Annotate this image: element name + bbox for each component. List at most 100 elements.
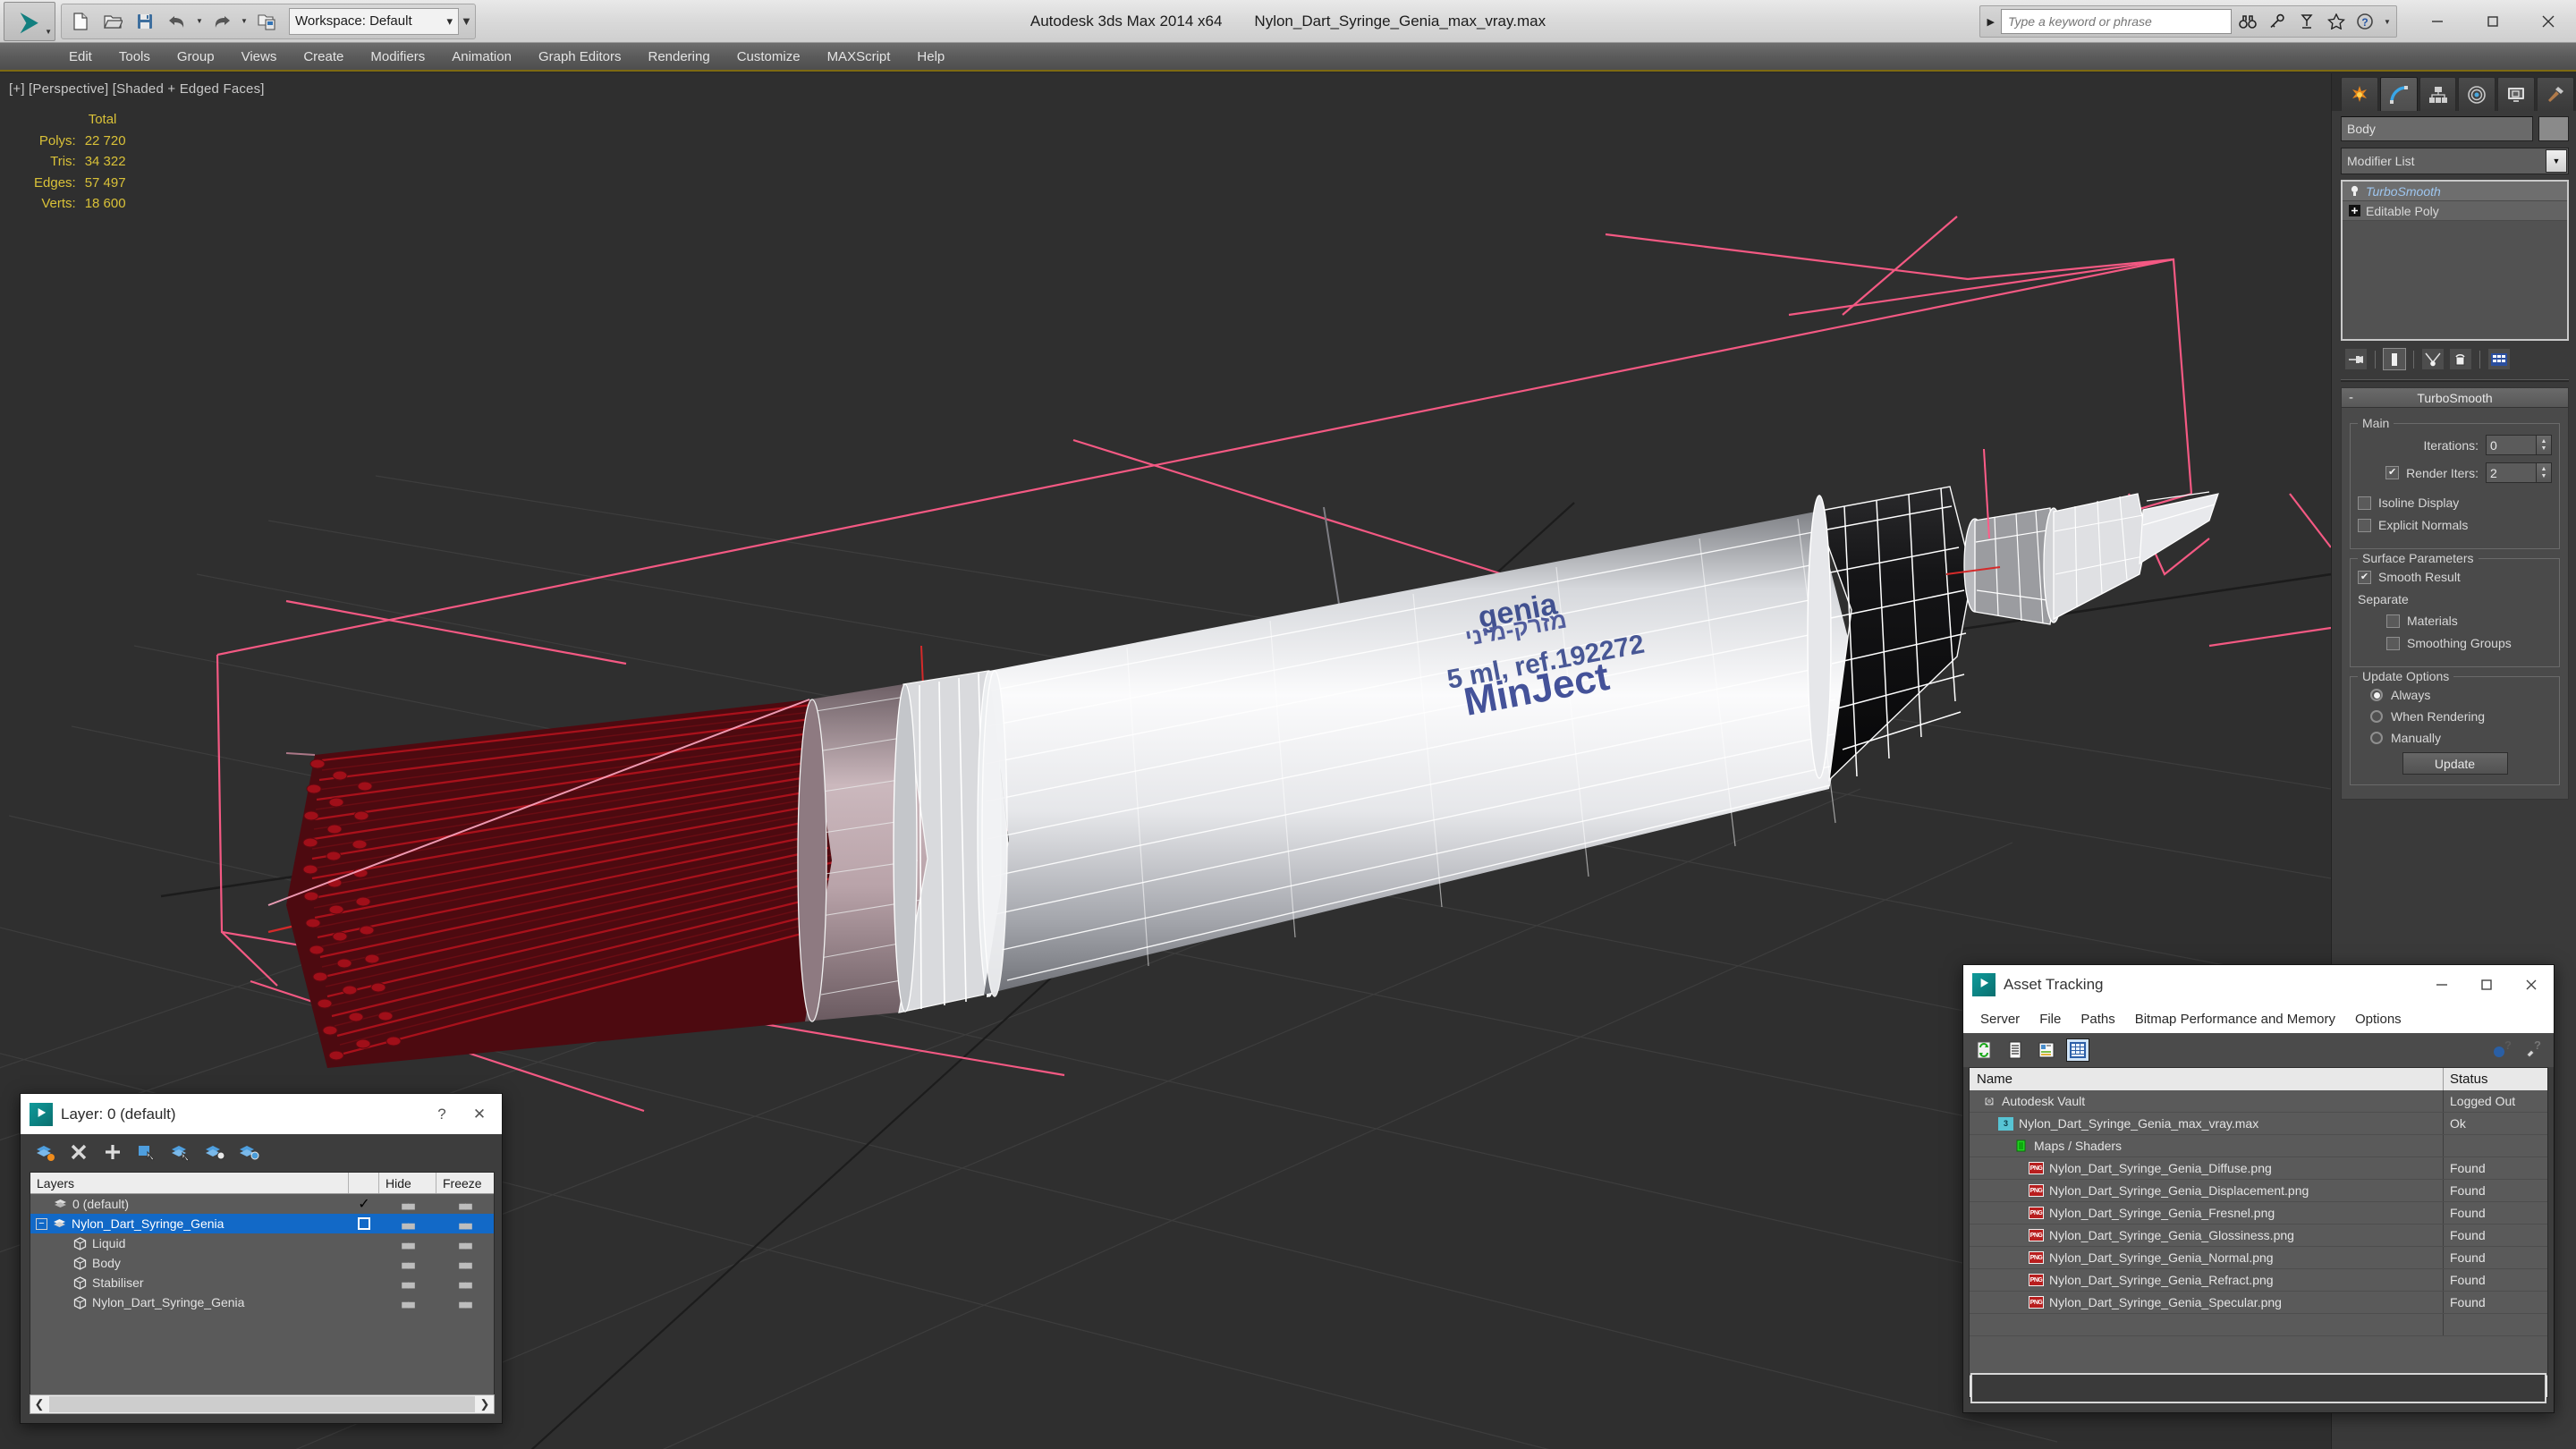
grid-view-button[interactable] xyxy=(2066,1038,2089,1062)
smoothing-groups-row[interactable]: Smoothing Groups xyxy=(2358,636,2552,650)
refresh-button[interactable] xyxy=(1972,1038,1996,1062)
asset-row-maps-shaders[interactable]: Maps / Shaders xyxy=(1970,1135,2547,1157)
menu-item-animation[interactable]: Animation xyxy=(438,46,525,68)
undo-button[interactable] xyxy=(162,7,192,36)
menu-item-rendering[interactable]: Rendering xyxy=(634,46,723,68)
remove-modifier-button[interactable] xyxy=(2449,348,2472,370)
asset-row-max-file[interactable]: 3 Nylon_Dart_Syringe_Genia_max_vray.max … xyxy=(1970,1113,2547,1135)
isoline-display-row[interactable]: Isoline Display xyxy=(2358,496,2552,510)
qat-overflow-icon[interactable]: ▼ xyxy=(461,14,472,28)
update-option-manually[interactable]: Manually xyxy=(2358,731,2552,745)
hide-toggle[interactable]: ▄▄ xyxy=(379,1277,436,1288)
layer-object-row-liquid[interactable]: Liquid ▄▄ ▄▄ xyxy=(30,1233,494,1253)
save-file-button[interactable] xyxy=(130,7,160,36)
chevron-down-icon[interactable]: ▼ xyxy=(2546,149,2567,173)
minimize-button[interactable] xyxy=(2410,0,2465,43)
scrollbar-thumb[interactable] xyxy=(49,1396,475,1412)
display-tab[interactable] xyxy=(2497,77,2536,111)
modifier-stack[interactable]: TurboSmooth Editable Poly xyxy=(2341,180,2569,341)
search-input[interactable] xyxy=(2008,14,2224,29)
iterations-stepper[interactable]: ▲▼ xyxy=(2486,435,2552,455)
materials-row[interactable]: Materials xyxy=(2358,614,2552,628)
menu-item-modifiers[interactable]: Modifiers xyxy=(357,46,438,68)
render-iters-input[interactable] xyxy=(2486,462,2537,483)
iterations-input[interactable] xyxy=(2486,435,2537,455)
add-selection-button[interactable] xyxy=(101,1140,124,1164)
asset-close-button[interactable] xyxy=(2509,965,2554,1004)
menu-item-graph-editors[interactable]: Graph Editors xyxy=(525,46,635,68)
list-view-button[interactable] xyxy=(2004,1038,2027,1062)
layer-list[interactable]: Layers Hide Freeze 0 (default) ✓ ▄▄ ▄▄ −… xyxy=(30,1172,495,1410)
freeze-toggle[interactable]: ▄▄ xyxy=(436,1258,494,1268)
expand-plus-icon[interactable] xyxy=(2348,205,2360,217)
layer-properties-button[interactable] xyxy=(237,1140,260,1164)
infocenter-expand-icon[interactable]: ▶ xyxy=(1984,16,1998,28)
help-white-button[interactable]: ? xyxy=(2521,1038,2545,1062)
scroll-right-icon[interactable]: ❯ xyxy=(476,1397,494,1411)
project-folder-button[interactable] xyxy=(251,7,282,36)
hide-toggle[interactable]: ▄▄ xyxy=(379,1199,436,1209)
workspace-selector[interactable]: Workspace: Default ▾ xyxy=(289,7,459,35)
key-button[interactable] xyxy=(2264,9,2291,34)
layer-close-button[interactable]: ✕ xyxy=(461,1098,498,1131)
highlight-selected-objects-layer-button[interactable] xyxy=(203,1140,226,1164)
help-button[interactable]: ? xyxy=(2352,9,2379,34)
explicit-normals-checkbox[interactable] xyxy=(2358,518,2371,532)
smooth-result-row[interactable]: Smooth Result xyxy=(2358,570,2552,584)
update-option-when-rendering[interactable]: When Rendering xyxy=(2358,709,2552,724)
update-button[interactable]: Update xyxy=(2402,752,2508,775)
lightbulb-icon[interactable] xyxy=(2348,185,2360,198)
current-layer-check[interactable] xyxy=(349,1217,379,1230)
freeze-toggle[interactable]: ▄▄ xyxy=(436,1238,494,1249)
smooth-result-checkbox[interactable] xyxy=(2358,570,2371,584)
layer-help-button[interactable]: ? xyxy=(423,1098,461,1131)
stack-item-turbosmooth[interactable]: TurboSmooth xyxy=(2343,182,2567,201)
hide-toggle[interactable]: ▄▄ xyxy=(379,1258,436,1268)
layer-row-default[interactable]: 0 (default) ✓ ▄▄ ▄▄ xyxy=(30,1194,494,1214)
configure-modifier-sets-button[interactable] xyxy=(2487,348,2511,370)
stack-item-editable-poly[interactable]: Editable Poly xyxy=(2343,201,2567,221)
layer-dialog[interactable]: ⯈ Layer: 0 (default) ? ✕ Layers Hide Fre… xyxy=(20,1093,503,1424)
freeze-toggle[interactable]: ▄▄ xyxy=(436,1277,494,1288)
asset-tracking-dialog[interactable]: ⯈ Asset Tracking Server File Paths Bitma… xyxy=(1962,964,2555,1413)
modify-tab[interactable] xyxy=(2379,77,2418,111)
redo-dropdown-icon[interactable]: ▼ xyxy=(239,17,250,25)
asset-row-refract-png[interactable]: PNG Nylon_Dart_Syringe_Genia_Refract.png… xyxy=(1970,1269,2547,1292)
menu-item-edit[interactable]: Edit xyxy=(55,46,106,68)
rollout-header[interactable]: - TurboSmooth xyxy=(2341,387,2569,408)
asset-row-autodesk-vault[interactable]: Autodesk Vault Logged Out xyxy=(1970,1090,2547,1113)
delete-layer-button[interactable] xyxy=(67,1140,90,1164)
asset-list[interactable]: Name Status Autodesk Vault Logged Out 3 … xyxy=(1969,1067,2548,1398)
menu-item-help[interactable]: Help xyxy=(903,46,958,68)
asset-row-specular-png[interactable]: PNG Nylon_Dart_Syringe_Genia_Specular.pn… xyxy=(1970,1292,2547,1314)
menu-item-maxscript[interactable]: MAXScript xyxy=(814,46,904,68)
update-option-always[interactable]: Always xyxy=(2358,688,2552,702)
search-binoculars-button[interactable] xyxy=(2234,9,2261,34)
when-rendering-radio[interactable] xyxy=(2370,710,2383,723)
render-iters-spinner-arrows[interactable]: ▲ ▼ xyxy=(2537,462,2552,483)
asset-row-fresnel-png[interactable]: PNG Nylon_Dart_Syringe_Genia_Fresnel.png… xyxy=(1970,1202,2547,1224)
undo-dropdown-icon[interactable]: ▼ xyxy=(194,17,205,25)
app-logo-button[interactable]: ⮞ ▼ xyxy=(4,1,55,41)
collapse-minus-icon[interactable]: − xyxy=(36,1217,47,1230)
layer-horizontal-scrollbar[interactable]: ❮ ❯ xyxy=(30,1394,495,1414)
logo-dropdown-icon[interactable]: ▼ xyxy=(45,28,52,36)
object-name-field[interactable]: Body xyxy=(2341,116,2533,141)
asset-minimize-button[interactable] xyxy=(2419,965,2464,1004)
create-new-layer-button[interactable] xyxy=(33,1140,56,1164)
favorites-button[interactable] xyxy=(2323,9,2350,34)
manually-radio[interactable] xyxy=(2370,732,2383,744)
show-end-result-button[interactable] xyxy=(2383,348,2406,370)
maximize-button[interactable] xyxy=(2465,0,2521,43)
object-color-swatch[interactable] xyxy=(2538,116,2569,141)
make-unique-button[interactable] xyxy=(2421,348,2445,370)
layer-object-row-stabiliser[interactable]: Stabiliser ▄▄ ▄▄ xyxy=(30,1273,494,1292)
scroll-left-icon[interactable]: ❮ xyxy=(30,1397,48,1411)
asset-menu-bitmap-performance[interactable]: Bitmap Performance and Memory xyxy=(2125,1009,2345,1030)
asset-row-displacement-png[interactable]: PNG Nylon_Dart_Syringe_Genia_Displacemen… xyxy=(1970,1180,2547,1202)
asset-menu-server[interactable]: Server xyxy=(1970,1009,2029,1030)
freeze-toggle[interactable]: ▄▄ xyxy=(436,1297,494,1308)
detail-view-button[interactable] xyxy=(2035,1038,2058,1062)
freeze-toggle[interactable]: ▄▄ xyxy=(436,1199,494,1209)
hide-toggle[interactable]: ▄▄ xyxy=(379,1238,436,1249)
